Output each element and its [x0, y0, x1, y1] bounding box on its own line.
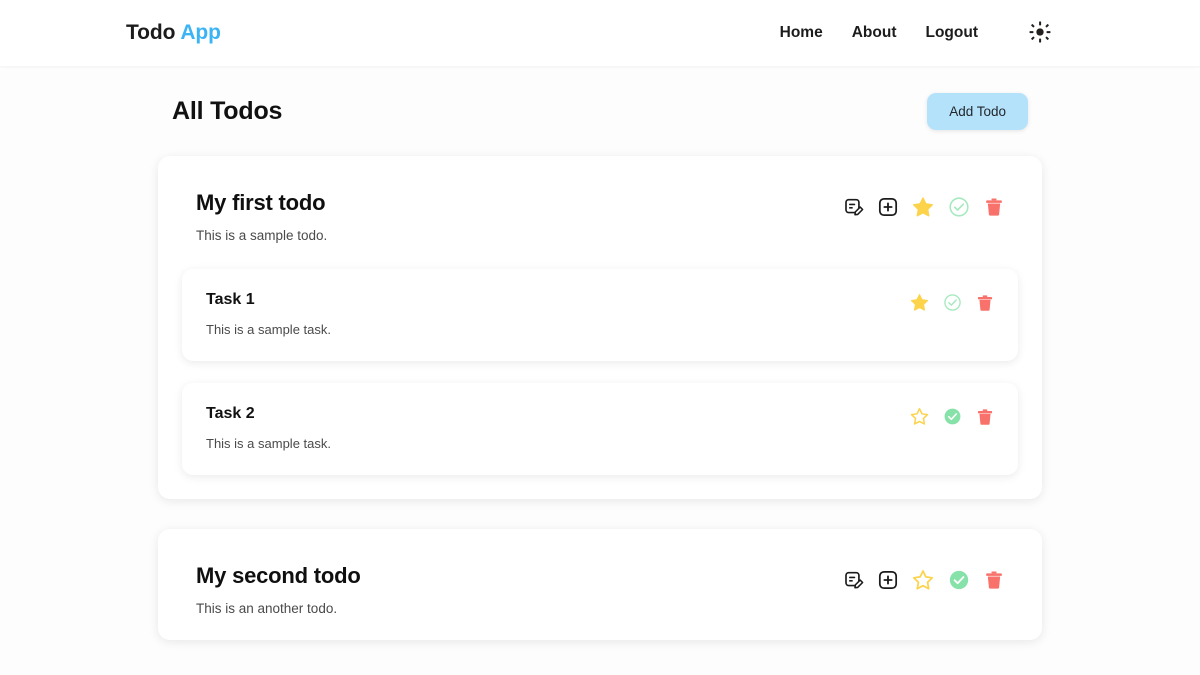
todo-text-block: My first todo This is a sample todo. — [196, 190, 327, 243]
main-content: All Todos Add Todo My first todo This is… — [0, 66, 1200, 640]
add-task-button[interactable] — [878, 570, 898, 590]
brand-logo[interactable]: Todo App — [126, 21, 221, 45]
check-circle-icon — [943, 407, 962, 426]
theme-toggle-button[interactable] — [1028, 21, 1052, 45]
task-actions — [910, 405, 994, 426]
page-header: All Todos Add Todo — [158, 66, 1042, 156]
brand-accent-text: App — [180, 21, 221, 44]
check-circle-icon — [943, 293, 962, 312]
todo-actions — [844, 190, 1004, 218]
edit-icon — [844, 197, 864, 217]
task-card: Task 2 This is a sample task. — [182, 383, 1018, 475]
favorite-task-button[interactable] — [910, 407, 929, 426]
navbar: Todo App Home About Logout — [0, 0, 1200, 66]
complete-task-button[interactable] — [943, 407, 962, 426]
todo-actions — [844, 563, 1004, 591]
todo-card: My first todo This is a sample todo. Tas… — [158, 156, 1042, 499]
todo-title: My first todo — [196, 190, 326, 215]
add-task-icon — [878, 570, 898, 590]
task-title: Task 2 — [206, 405, 255, 422]
star-icon — [910, 407, 929, 426]
trash-icon — [976, 408, 994, 426]
task-text-block: Task 2 This is a sample task. — [206, 405, 331, 451]
page-title: All Todos — [172, 96, 283, 125]
trash-icon — [976, 294, 994, 312]
edit-todo-button[interactable] — [844, 197, 864, 217]
favorite-todo-button[interactable] — [912, 196, 934, 218]
star-icon — [912, 569, 934, 591]
nav-link-home[interactable]: Home — [780, 24, 823, 42]
star-icon — [910, 293, 929, 312]
task-list: Task 1 This is a sample task. Task 2 Thi… — [182, 269, 1018, 475]
check-circle-icon — [948, 569, 970, 591]
todo-description: This is an another todo. — [196, 601, 338, 616]
edit-icon — [844, 570, 864, 590]
favorite-task-button[interactable] — [910, 293, 929, 312]
complete-todo-button[interactable] — [948, 196, 970, 218]
star-icon — [912, 196, 934, 218]
task-actions — [910, 291, 994, 312]
todo-text-block: My second todo This is an another todo. — [196, 563, 361, 616]
task-title: Task 1 — [206, 291, 255, 308]
nav-link-about[interactable]: About — [852, 24, 897, 42]
trash-icon — [984, 570, 1004, 590]
task-description: This is a sample task. — [206, 436, 331, 451]
sun-icon — [1029, 21, 1051, 46]
todo-description: This is a sample todo. — [196, 228, 328, 243]
favorite-todo-button[interactable] — [912, 569, 934, 591]
add-task-button[interactable] — [878, 197, 898, 217]
delete-todo-button[interactable] — [984, 570, 1004, 590]
app-root: Todo App Home About Logout All Todos Add… — [0, 0, 1200, 675]
add-todo-button[interactable]: Add Todo — [927, 92, 1028, 130]
complete-todo-button[interactable] — [948, 569, 970, 591]
todo-header: My second todo This is an another todo. — [182, 563, 1018, 616]
check-circle-icon — [948, 196, 970, 218]
delete-todo-button[interactable] — [984, 197, 1004, 217]
todo-card: My second todo This is an another todo. — [158, 529, 1042, 640]
delete-task-button[interactable] — [976, 408, 994, 426]
add-task-icon — [878, 197, 898, 217]
todo-header: My first todo This is a sample todo. — [182, 190, 1018, 243]
nav-link-logout[interactable]: Logout — [925, 24, 978, 42]
task-text-block: Task 1 This is a sample task. — [206, 291, 331, 337]
task-card: Task 1 This is a sample task. — [182, 269, 1018, 361]
brand-primary-text: Todo — [126, 21, 176, 44]
edit-todo-button[interactable] — [844, 570, 864, 590]
trash-icon — [984, 197, 1004, 217]
complete-task-button[interactable] — [943, 293, 962, 312]
delete-task-button[interactable] — [976, 294, 994, 312]
todo-title: My second todo — [196, 563, 361, 588]
nav-links: Home About Logout — [780, 21, 1052, 45]
task-description: This is a sample task. — [206, 322, 331, 337]
